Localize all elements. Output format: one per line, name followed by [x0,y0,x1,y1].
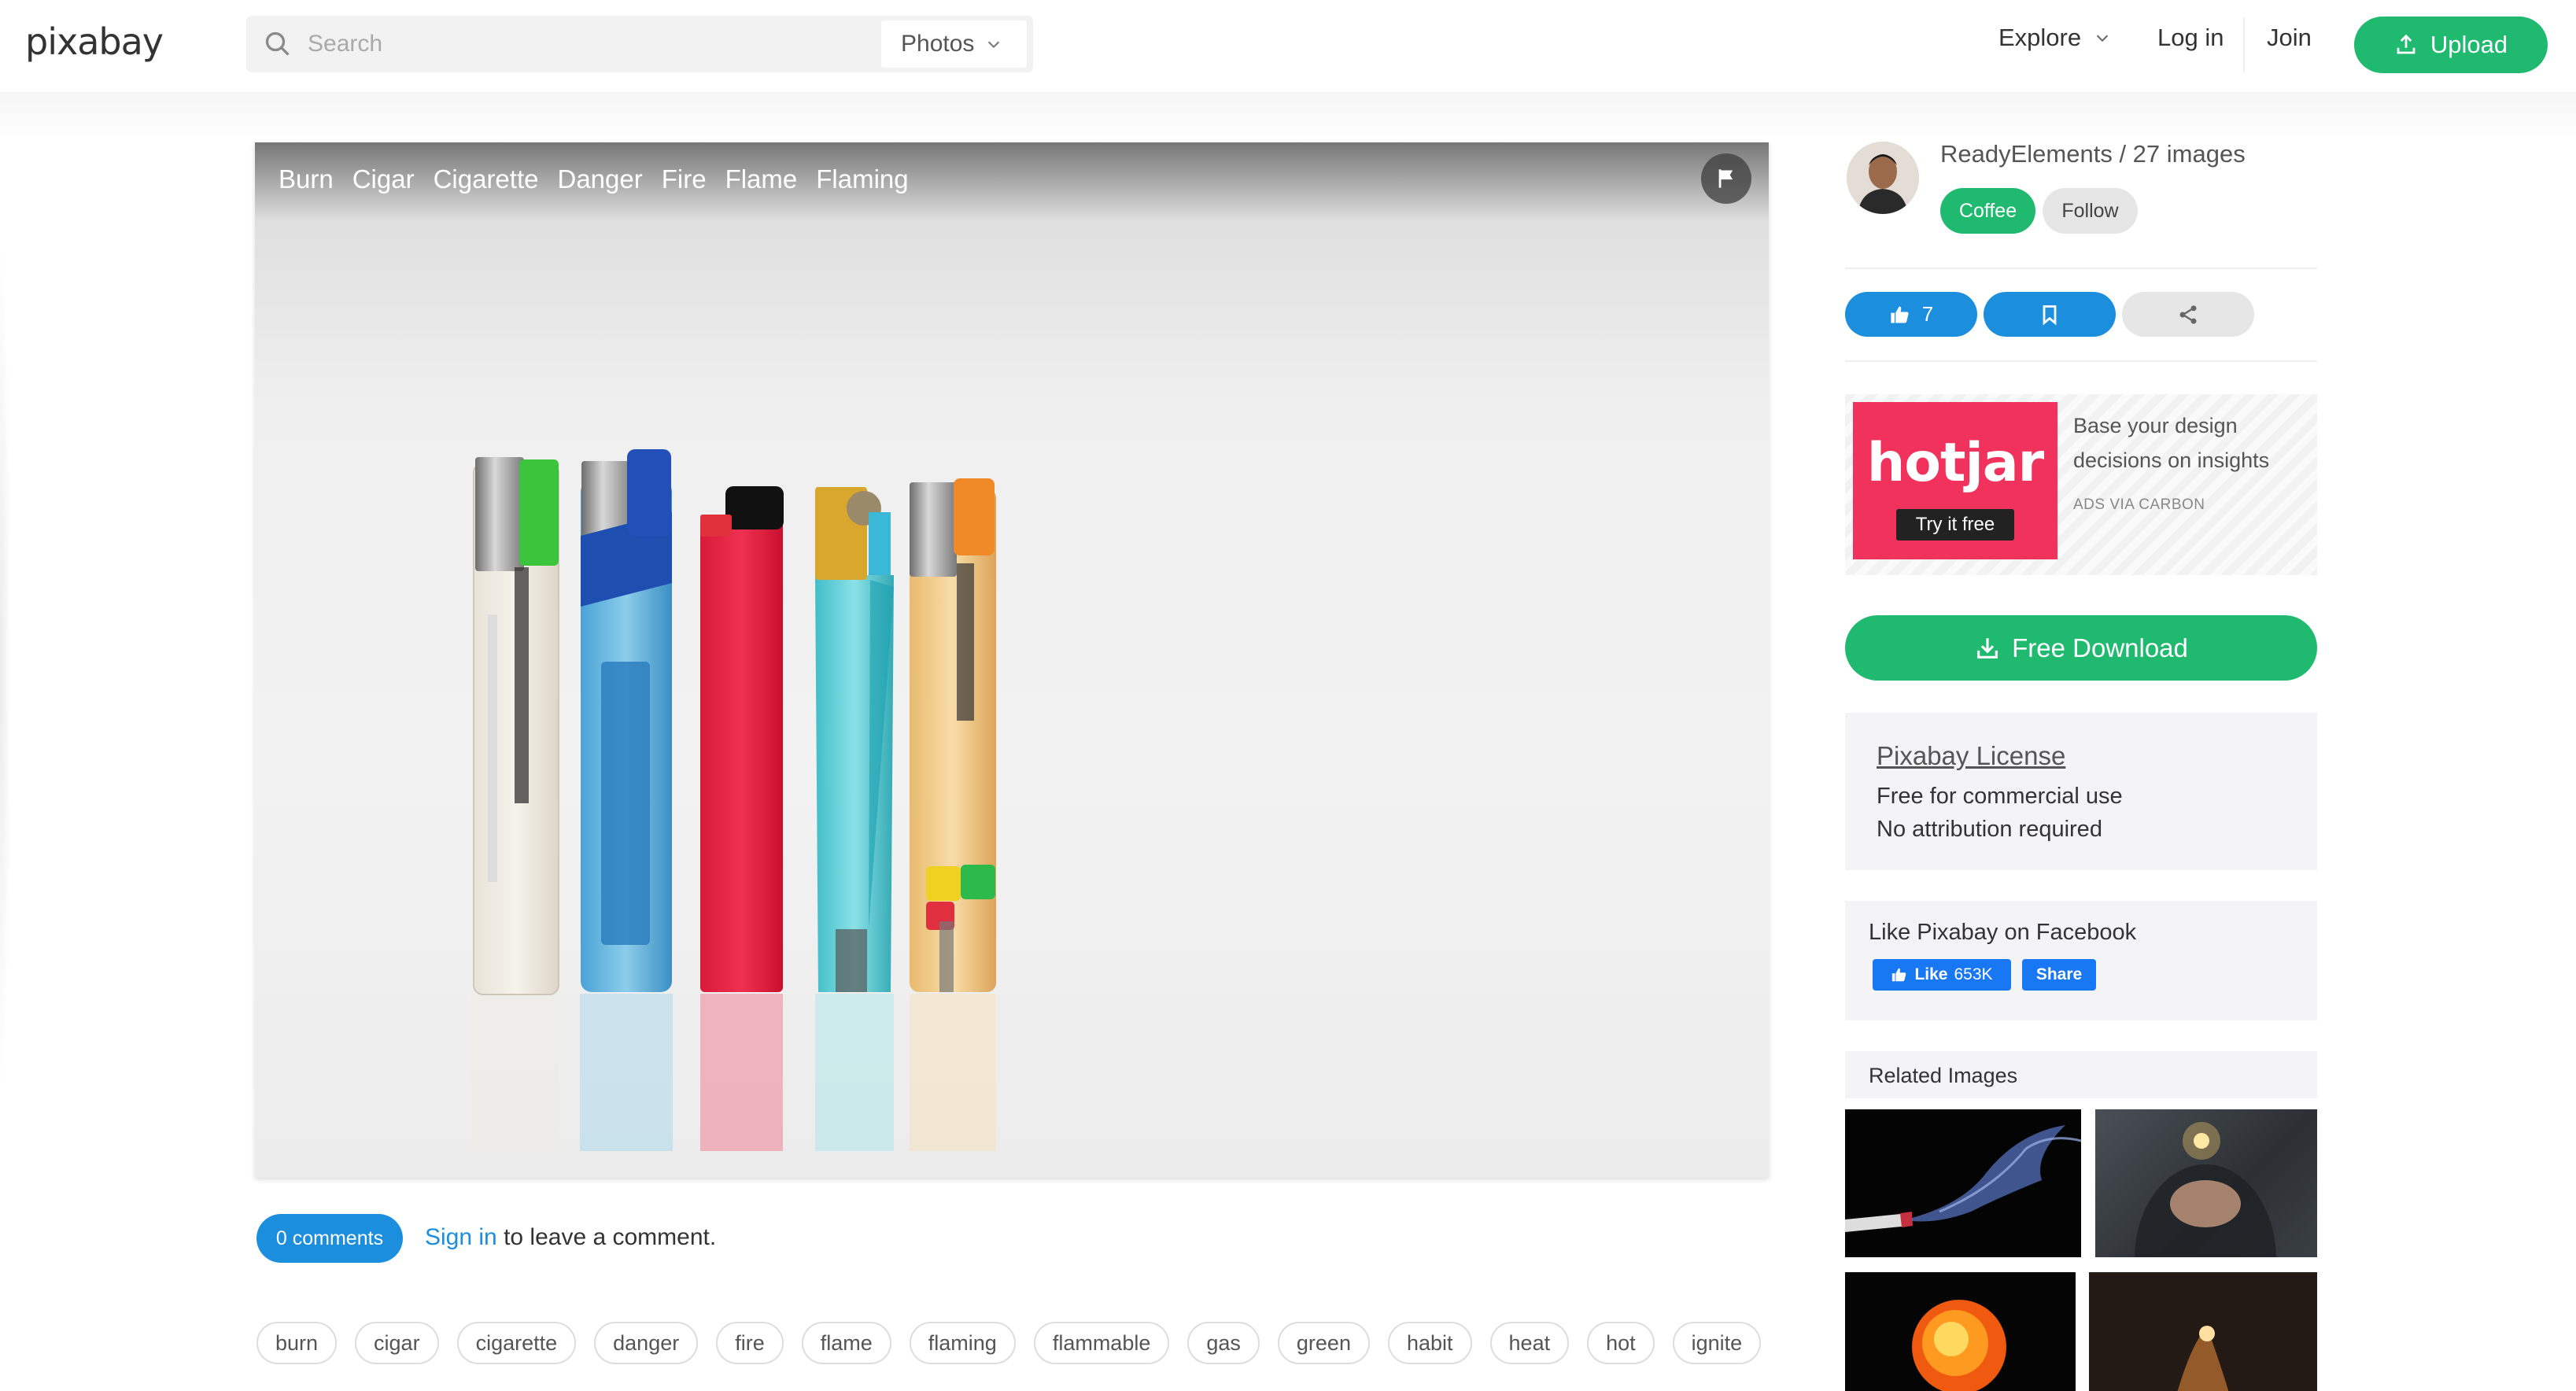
tag-list: burn cigar cigarette danger fire flame f… [256,1322,1770,1364]
carbon-ad[interactable]: hotjar Try it free Base your design deci… [1845,394,2317,575]
related-smoke-thumbnail [1845,1109,2081,1257]
photo-tag[interactable]: Danger [557,164,642,194]
sidebar-divider [1845,360,2317,362]
facebook-title: Like Pixabay on Facebook [1869,920,2137,945]
pixabay-logo[interactable]: pixabay [25,20,164,63]
bookmark-button[interactable] [1984,292,2116,337]
download-label: Free Download [2012,633,2188,662]
facebook-like-count: 653K [1954,965,1993,983]
license-box: Pixabay License Free for commercial use … [1845,713,2317,870]
nav-divider [2243,17,2245,72]
share-icon [2179,304,2197,324]
free-download-button[interactable]: Free Download [1845,615,2317,681]
like-button[interactable]: 7 [1845,292,1977,337]
like-count: 7 [1921,302,1934,326]
related-sparkler-thumbnail [2135,1122,2276,1257]
facebook-like-label: Like [1914,965,1948,983]
tag-chip[interactable]: hot [1587,1322,1655,1364]
comment-prompt: Sign in to leave a comment. [425,1224,716,1251]
ad-text[interactable]: Base your design decisions on insights [2073,408,2301,478]
upload-label: Upload [2430,31,2508,58]
lighters-photo [471,449,996,1151]
ad-image[interactable]: hotjar Try it free [1853,402,2057,559]
nav-login[interactable]: Log in [2157,24,2224,52]
header-shadow [0,92,2576,139]
report-button[interactable] [1701,153,1751,204]
chevron-down-icon [988,41,1000,49]
sign-in-link[interactable]: Sign in [425,1224,497,1250]
tag-chip[interactable]: ignite [1672,1322,1762,1364]
photo-tag-overlay: Burn Cigar Cigarette Danger Fire Flame F… [279,164,909,194]
upload-button[interactable]: Upload [2354,17,2548,73]
hotjar-logo: hotjar [1866,432,2044,494]
related-image[interactable] [1845,1272,2076,1391]
photo-tag[interactable]: Cigar [352,164,415,194]
download-icon [1977,637,1998,659]
related-image[interactable] [2095,1109,2317,1257]
related-fire-thumbnail [1845,1272,2076,1391]
tag-chip[interactable]: cigar [355,1322,439,1364]
tag-chip[interactable]: burn [256,1322,338,1364]
comments-count-badge[interactable]: 0 comments [256,1214,403,1263]
tag-chip[interactable]: gas [1187,1322,1260,1364]
facebook-like-button[interactable]: Like 653K [1873,959,2011,991]
share-button[interactable] [2122,292,2254,337]
related-match-thumbnail [2089,1272,2317,1391]
main-photo[interactable]: Burn Cigar Cigarette Danger Fire Flame F… [255,142,1769,1178]
tag-chip[interactable]: green [1277,1322,1370,1364]
tag-chip[interactable]: cigarette [456,1322,577,1364]
photo-tag[interactable]: Flaming [816,164,908,194]
photo-tag[interactable]: Fire [662,164,707,194]
author-name[interactable]: ReadyElements / 27 images [1940,140,2246,168]
ads-via-carbon[interactable]: ADS VIA CARBON [2073,496,2205,514]
facebook-thumb-icon [1892,968,1906,982]
search-icon[interactable] [264,30,292,58]
left-edge-shadow [0,236,11,1101]
photo-tag[interactable]: Cigarette [434,164,539,194]
related-images-title: Related Images [1869,1064,2018,1087]
related-image[interactable] [1845,1109,2081,1257]
flag-icon [1718,169,1733,188]
nav-explore[interactable]: Explore [1998,24,2111,52]
tag-chip[interactable]: danger [594,1322,699,1364]
tag-chip[interactable]: heat [1489,1322,1570,1364]
author-avatar[interactable] [1847,142,1919,214]
license-line-attribution: No attribution required [1877,817,2102,842]
tag-chip[interactable]: flame [801,1322,891,1364]
upload-icon [2397,34,2415,54]
chevron-down-icon [2096,35,2109,42]
facebook-share-button[interactable]: Share [2022,959,2096,991]
tag-chip[interactable]: flammable [1033,1322,1170,1364]
facebook-box: Like Pixabay on Facebook Like 653K Share [1845,901,2317,1020]
nav-join[interactable]: Join [2267,24,2312,52]
tag-chip[interactable]: fire [716,1322,784,1364]
search-type-label: Photos [901,31,975,57]
tag-chip[interactable]: flaming [909,1322,1016,1364]
nav-explore-label: Explore [1998,24,2082,51]
top-header: pixabay Photos Explore Log in Join Uploa… [0,0,2576,92]
coffee-button[interactable]: Coffee [1940,188,2035,234]
license-line-commercial: Free for commercial use [1877,784,2123,809]
avatar-portrait [1847,142,1919,214]
photo-tag[interactable]: Burn [279,164,334,194]
sidebar-divider [1845,268,2317,269]
tag-chip[interactable]: habit [1387,1322,1472,1364]
photo-tag[interactable]: Flame [725,164,798,194]
search-bar: Photos [246,16,1033,72]
follow-button[interactable]: Follow [2043,188,2138,234]
thumbs-up-icon [1891,306,1909,323]
related-images-header: Related Images [1845,1051,2317,1098]
license-link[interactable]: Pixabay License [1877,741,2065,771]
comment-prompt-text: to leave a comment. [496,1224,717,1250]
bookmark-icon [2043,304,2057,325]
search-type-select[interactable]: Photos [881,20,1027,68]
related-image[interactable] [2089,1272,2317,1391]
ad-cta-button[interactable]: Try it free [1896,509,2014,541]
